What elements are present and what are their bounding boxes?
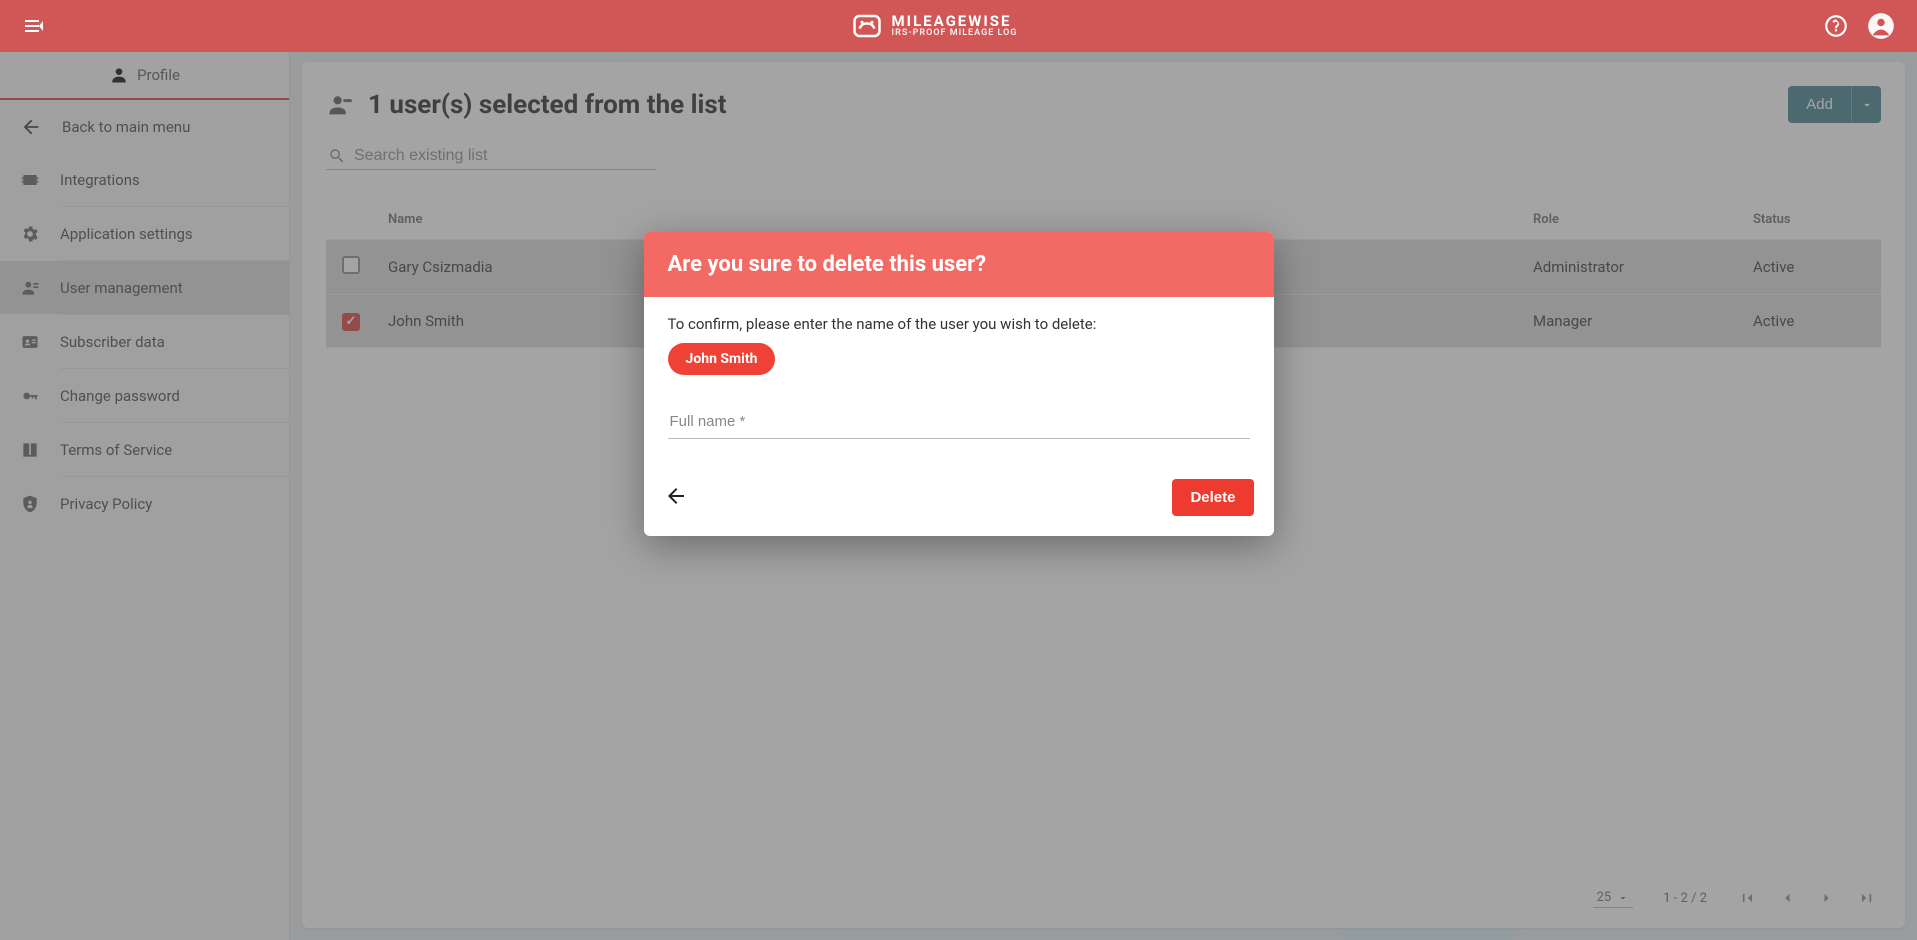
account-icon[interactable] [1867,12,1895,40]
modal-title: Are you sure to delete this user? [644,232,1274,297]
help-icon[interactable] [1823,13,1849,39]
arrow-left-icon [664,484,688,508]
brand-logo-icon [852,11,882,41]
full-name-input[interactable] [668,405,1250,439]
brand: MILEAGEWISE IRS-PROOF MILEAGE LOG [852,11,1018,41]
menu-collapse-icon[interactable] [22,14,46,38]
delete-user-modal: Are you sure to delete this user? To con… [644,232,1274,536]
delete-button[interactable]: Delete [1172,479,1253,516]
brand-name: MILEAGEWISE [892,14,1018,29]
modal-back-button[interactable] [664,484,688,512]
modal-overlay[interactable]: Are you sure to delete this user? To con… [0,52,1917,940]
user-chip: John Smith [668,343,776,375]
brand-tagline: IRS-PROOF MILEAGE LOG [892,29,1018,38]
top-bar: MILEAGEWISE IRS-PROOF MILEAGE LOG [0,0,1917,52]
modal-confirm-text: To confirm, please enter the name of the… [668,315,1250,333]
